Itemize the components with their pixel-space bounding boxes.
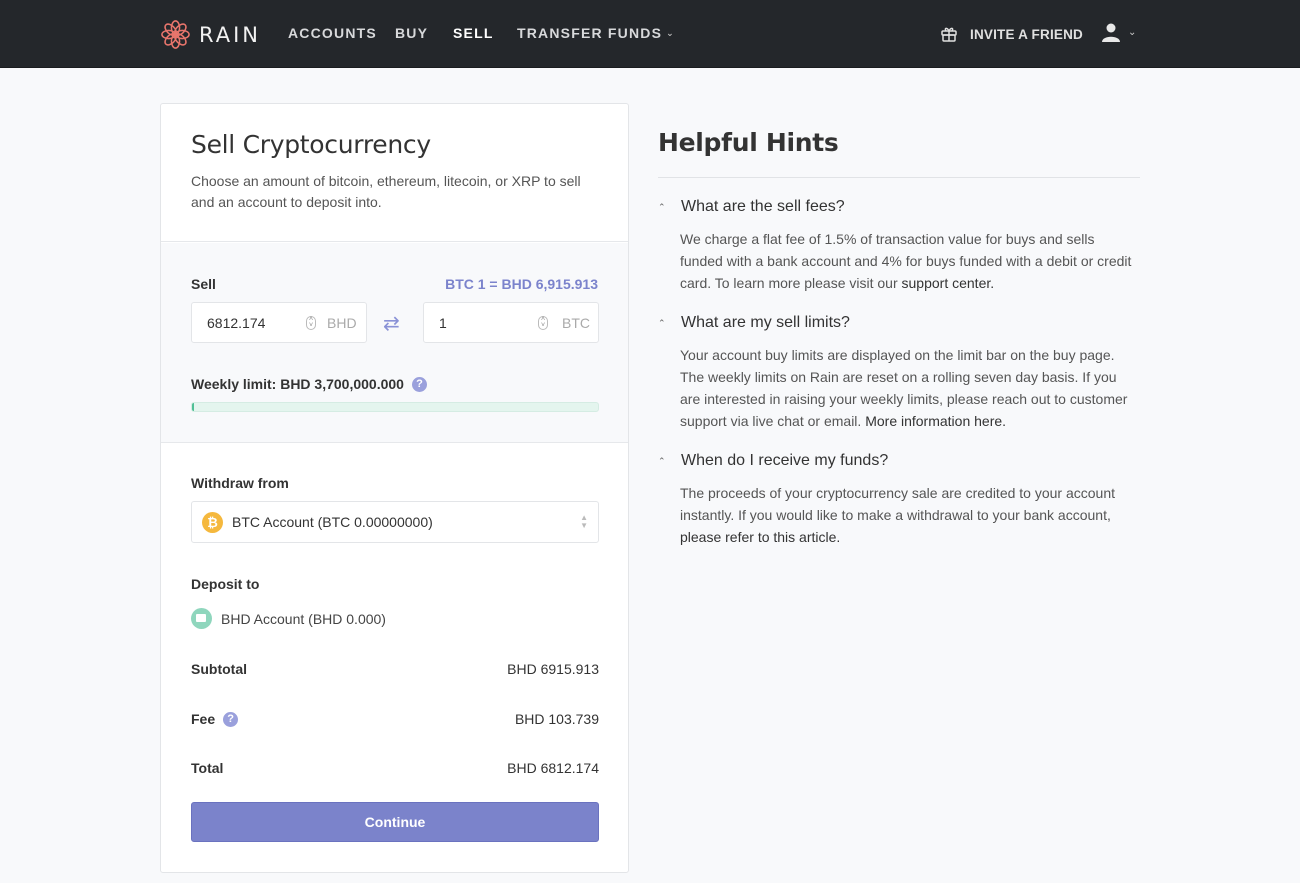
crypto-currency-label: BTC [562, 315, 590, 331]
brand-name: RAIN [199, 22, 262, 47]
hint-question-toggle[interactable]: ⌃ When do I receive my funds? [658, 452, 1140, 470]
gift-icon [941, 27, 957, 42]
deposit-account-value: BHD Account (BHD 0.000) [221, 611, 386, 627]
hint-item: ⌃ When do I receive my funds? The procee… [658, 452, 1140, 548]
continue-button[interactable]: Continue [191, 802, 599, 842]
help-icon[interactable]: ? [411, 376, 427, 392]
chevron-up-icon: ⌃ [658, 317, 666, 328]
hint-answer-text: The proceeds of your cryptocurrency sale… [680, 485, 1115, 523]
withdraw-account-select[interactable]: ₿ BTC Account (BTC 0.00000000) ▲ ▼ [191, 501, 599, 543]
fee-row: Fee ? BHD 103.739 [191, 711, 599, 727]
hint-answer: The proceeds of your cryptocurrency sale… [680, 482, 1140, 548]
chevron-down-icon: ⌄ [1128, 27, 1137, 38]
chevron-up-icon: ⌃ [658, 455, 666, 466]
hint-item: ⌃ What are the sell fees? We charge a fl… [658, 198, 1140, 294]
nav-buy[interactable]: BUY [395, 25, 428, 41]
crypto-amount-input[interactable]: 1 ˄ ˅ BTC [423, 302, 599, 343]
subtotal-row: Subtotal BHD 6915.913 [191, 661, 599, 677]
weekly-limit-bar-fill [192, 403, 195, 411]
sell-description: Choose an amount of bitcoin, ethereum, l… [191, 173, 581, 210]
rain-flower-logo-icon [161, 20, 190, 49]
divider [658, 177, 1140, 178]
hints-title: Helpful Hints [658, 128, 839, 157]
sell-card-header: Sell Cryptocurrency Choose an amount of … [161, 104, 628, 242]
hint-question: What are my sell limits? [681, 314, 850, 331]
crypto-amount-value: 1 [439, 315, 447, 331]
withdraw-from-label: Withdraw from [191, 475, 289, 491]
total-row: Total BHD 6812.174 [191, 760, 599, 776]
fiat-amount-input[interactable]: 6812.174 ˄ ˅ BHD [191, 302, 367, 343]
fee-label: Fee [191, 711, 216, 727]
subtotal-value: BHD 6915.913 [507, 661, 599, 677]
user-icon [1102, 23, 1120, 42]
nav-transfer-funds[interactable]: TRANSFER FUNDS ⌄ [517, 25, 675, 41]
article-link[interactable]: please refer to this article. [680, 529, 840, 545]
brand-logo[interactable]: RAIN [160, 19, 261, 50]
page-title: Sell Cryptocurrency [191, 130, 431, 159]
user-menu-button[interactable]: ⌄ [1102, 23, 1136, 42]
withdraw-account-value: BTC Account (BTC 0.00000000) [232, 514, 433, 530]
chevron-down-icon: ⌄ [666, 28, 675, 38]
help-icon[interactable]: ? [223, 711, 239, 727]
hint-answer: We charge a flat fee of 1.5% of transact… [680, 228, 1140, 294]
sell-amount-section: Sell BTC 1 = BHD 6,915.913 6812.174 ˄ ˅ B… [161, 243, 628, 443]
helpful-hints: Helpful Hints ⌃ What are the sell fees? … [658, 128, 1140, 548]
hint-question: When do I receive my funds? [681, 452, 889, 469]
sell-card: Sell Cryptocurrency Choose an amount of … [160, 103, 629, 873]
top-navbar: RAIN ACCOUNTS BUY SELL TRANSFER FUNDS ⌄ I… [0, 0, 1300, 68]
weekly-limit-label: Weekly limit: BHD 3,700,000.000 [191, 376, 404, 392]
select-arrows-icon: ▲ ▼ [580, 513, 588, 530]
nav-accounts[interactable]: ACCOUNTS [288, 25, 377, 41]
weekly-limit-bar [191, 402, 599, 412]
chevron-up-icon: ⌃ [658, 201, 666, 212]
swap-arrows-icon[interactable]: ⇄ [383, 311, 400, 336]
wallet-icon [191, 608, 212, 629]
more-information-link[interactable]: More information here. [865, 413, 1006, 429]
fiat-stepper-icon[interactable]: ˄ ˅ [306, 316, 316, 330]
support-center-link[interactable]: support center. [902, 275, 995, 291]
nav-transfer-funds-label: TRANSFER FUNDS [517, 25, 663, 41]
sell-label: Sell [191, 276, 216, 292]
deposit-to-label: Deposit to [191, 576, 260, 592]
hint-question-toggle[interactable]: ⌃ What are the sell fees? [658, 198, 1140, 216]
exchange-rate: BTC 1 = BHD 6,915.913 [445, 276, 598, 292]
hint-answer: Your account buy limits are displayed on… [680, 344, 1140, 432]
hint-question-toggle[interactable]: ⌃ What are my sell limits? [658, 314, 1140, 332]
invite-friend-button[interactable]: INVITE A FRIEND [940, 25, 1083, 43]
crypto-stepper-icon[interactable]: ˄ ˅ [538, 316, 548, 330]
fee-value: BHD 103.739 [514, 711, 599, 727]
nav-sell[interactable]: SELL [453, 25, 494, 41]
hint-question: What are the sell fees? [681, 198, 845, 215]
fiat-currency-label: BHD [327, 315, 357, 331]
fiat-amount-value: 6812.174 [207, 315, 266, 331]
invite-friend-label: INVITE A FRIEND [970, 26, 1084, 42]
weekly-limit: Weekly limit: BHD 3,700,000.000 ? [191, 376, 427, 392]
total-value: BHD 6812.174 [507, 760, 599, 776]
hint-item: ⌃ What are my sell limits? Your account … [658, 314, 1140, 432]
bitcoin-icon: ₿ [202, 512, 223, 533]
